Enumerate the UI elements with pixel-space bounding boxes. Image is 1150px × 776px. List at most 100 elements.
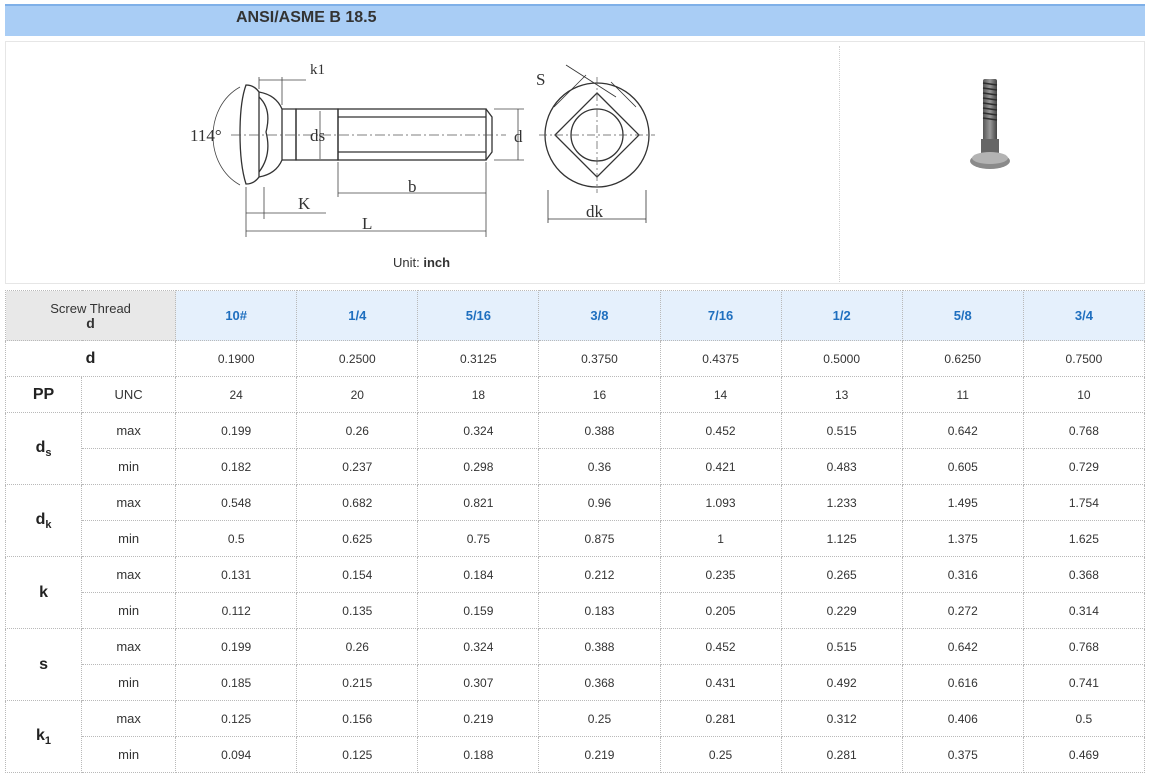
table-cell: 0.729: [1022, 448, 1146, 485]
table-cell: 0.821: [417, 484, 540, 521]
table-cell: 0.1900: [175, 340, 298, 377]
table-cell: 0.219: [538, 736, 661, 773]
sub-label: min: [81, 448, 177, 485]
table-cell: 10: [1022, 376, 1146, 413]
param-label-k1: k1: [4, 700, 83, 773]
table-cell: 0.625: [296, 520, 419, 557]
sub-label: min: [81, 520, 177, 557]
size-header: 5/8: [901, 290, 1024, 341]
table-cell: 0.314: [1022, 592, 1146, 629]
param-label: PP: [4, 376, 83, 413]
table-row-k-min: min 0.112 0.135 0.159 0.183 0.205 0.229 …: [6, 592, 1146, 629]
table-cell: 0.281: [780, 736, 903, 773]
table-cell: 0.215: [296, 664, 419, 701]
drawing-label-b: b: [408, 177, 417, 196]
table-row-k1-max: k1 max 0.125 0.156 0.219 0.25 0.281 0.31…: [4, 700, 1146, 773]
table-cell: 0.682: [296, 484, 419, 521]
table-cell: 0.298: [417, 448, 540, 485]
table-cell: 0.219: [417, 700, 540, 737]
table-cell: 1.375: [901, 520, 1024, 557]
table-cell: 0.431: [659, 664, 782, 701]
size-header: 7/16: [659, 290, 782, 341]
table-cell: 0.36: [538, 448, 661, 485]
drawing-label-S: S: [536, 70, 545, 89]
spec-table: Screw Thread d 10# 1/4 5/16 3/8 7/16 1/2…: [4, 290, 1146, 773]
table-cell: 0.125: [296, 736, 419, 773]
table-cell: 1.233: [780, 484, 903, 521]
table-cell: 0.388: [538, 628, 661, 665]
sub-label: max: [81, 556, 177, 593]
table-cell: 0.875: [538, 520, 661, 557]
table-cell: 1: [659, 520, 782, 557]
sub-label: max: [81, 628, 177, 665]
sub-label: min: [81, 592, 177, 629]
drawing-label-K: K: [298, 194, 311, 213]
figure-divider: [839, 46, 840, 282]
table-cell: 0.3750: [538, 340, 661, 377]
table-cell: 0.3125: [417, 340, 540, 377]
table-cell: 0.483: [780, 448, 903, 485]
table-cell: 0.515: [780, 628, 903, 665]
drawing-label-ds: ds: [310, 126, 325, 145]
table-cell: 0.156: [296, 700, 419, 737]
table-cell: 0.182: [175, 448, 298, 485]
table-cell: 0.5000: [780, 340, 903, 377]
table-cell: 0.7500: [1022, 340, 1146, 377]
figure-panel: 114° k1 ds K b L d S dk Unit: inch: [5, 41, 1145, 284]
drawing-label-k1: k1: [310, 62, 325, 78]
size-header: 3/4: [1022, 290, 1146, 341]
table-cell: 0.642: [901, 412, 1024, 449]
table-cell: 0.452: [659, 628, 782, 665]
table-cell: 0.25: [538, 700, 661, 737]
table-cell: 1.754: [1022, 484, 1146, 521]
size-header: 1/4: [296, 290, 419, 341]
table-cell: 0.548: [175, 484, 298, 521]
table-cell: 0.205: [659, 592, 782, 629]
table-cell: 0.25: [659, 736, 782, 773]
param-label: d: [4, 340, 177, 377]
size-header: 10#: [175, 290, 298, 341]
size-header: 1/2: [780, 290, 903, 341]
table-cell: 0.96: [538, 484, 661, 521]
table-cell: 13: [780, 376, 903, 413]
unit-caption: Unit: inch: [393, 255, 450, 270]
table-cell: 18: [417, 376, 540, 413]
carriage-bolt-photo: [970, 79, 1010, 169]
table-cell: 0.4375: [659, 340, 782, 377]
table-row-s-min: min 0.185 0.215 0.307 0.368 0.431 0.492 …: [6, 664, 1146, 701]
param-label-dk: dk: [4, 484, 83, 557]
table-cell: 1.625: [1022, 520, 1146, 557]
table-cell: 1.495: [901, 484, 1024, 521]
table-cell: 0.642: [901, 628, 1024, 665]
table-row-pp: PP UNC 24 20 18 16 14 13 11 10: [4, 376, 1146, 413]
sub-label: max: [81, 412, 177, 449]
table-cell: 11: [901, 376, 1024, 413]
table-cell: 0.26: [296, 412, 419, 449]
param-label-ds: ds: [4, 412, 83, 485]
table-cell: 0.135: [296, 592, 419, 629]
table-cell: 0.312: [780, 700, 903, 737]
table-cell: 0.324: [417, 628, 540, 665]
table-row-k1-min: min 0.094 0.125 0.188 0.219 0.25 0.281 0…: [6, 736, 1146, 773]
sub-label: max: [81, 700, 177, 737]
corner-sub: d: [86, 314, 95, 331]
table-cell: 14: [659, 376, 782, 413]
table-cell: 0.229: [780, 592, 903, 629]
corner-header: Screw Thread d: [4, 290, 177, 341]
sub-label: UNC: [81, 376, 177, 413]
table-cell: 0.131: [175, 556, 298, 593]
table-cell: 0.307: [417, 664, 540, 701]
table-cell: 24: [175, 376, 298, 413]
sub-label: min: [81, 664, 177, 701]
table-row-dk-max: dk max 0.548 0.682 0.821 0.96 1.093 1.23…: [4, 484, 1146, 557]
drawing-label-angle: 114°: [190, 126, 222, 145]
table-cell: 0.388: [538, 412, 661, 449]
table-cell: 1.093: [659, 484, 782, 521]
table-cell: 0.768: [1022, 628, 1146, 665]
table-cell: 0.281: [659, 700, 782, 737]
table-cell: 0.2500: [296, 340, 419, 377]
table-cell: 0.406: [901, 700, 1024, 737]
table-row-k-max: k max 0.131 0.154 0.184 0.212 0.235 0.26…: [4, 556, 1146, 629]
table-cell: 0.515: [780, 412, 903, 449]
table-cell: 0.212: [538, 556, 661, 593]
